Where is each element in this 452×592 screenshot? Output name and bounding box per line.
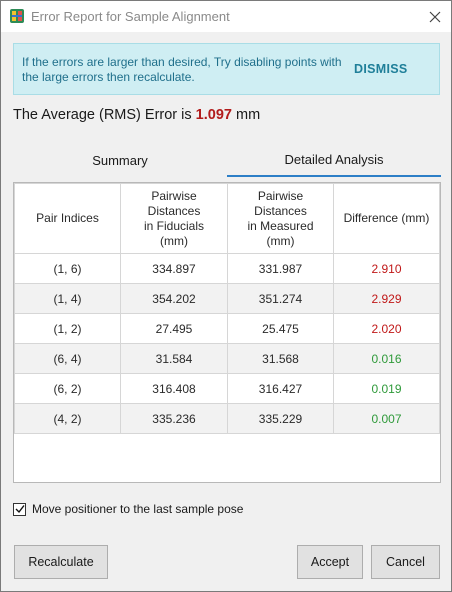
cell-difference: 2.020 (333, 313, 440, 344)
header-line: in Fiducials (143, 218, 205, 233)
info-banner: If the errors are larger than desired, T… (13, 43, 440, 95)
cell-measured-distance: 351.274 (227, 283, 334, 314)
header-fiducial-distances: Pairwise Distances in Fiducials (mm) (120, 183, 228, 254)
cell-difference: 2.929 (333, 283, 440, 314)
table-row[interactable]: (1, 2) 27.495 25.475 2.020 (14, 313, 440, 344)
recalculate-button[interactable]: Recalculate (14, 545, 108, 579)
cell-difference: 0.019 (333, 373, 440, 404)
tab-detailed-analysis[interactable]: Detailed Analysis (227, 143, 441, 177)
window-title: Error Report for Sample Alignment (31, 9, 230, 24)
table-body: (1, 6) 334.897 331.987 2.910 (1, 4) 354.202 35… (14, 253, 440, 434)
rms-unit: mm (235, 107, 261, 123)
header-pair-indices: Pair Indices (14, 183, 121, 254)
table-row[interactable]: (1, 6) 334.897 331.987 2.910 (14, 253, 440, 284)
cell-pair-indices: (1, 4) (14, 283, 121, 314)
cell-measured-distance: 335.229 (227, 403, 334, 434)
move-positioner-checkbox[interactable] (13, 502, 26, 516)
header-line: Distances (254, 203, 307, 218)
cell-difference: 0.007 (333, 403, 440, 434)
cell-measured-distance: 331.987 (227, 253, 334, 284)
cell-fiducial-distance: 335.236 (120, 403, 228, 434)
cell-difference: 0.016 (333, 343, 440, 374)
header-measured-distances: Pairwise Distances in Measured (mm) (227, 183, 334, 254)
cell-pair-indices: (1, 2) (14, 313, 121, 344)
rms-value: 1.097 (195, 107, 232, 123)
header-line: in Measured (247, 218, 314, 233)
cell-pair-indices: (6, 4) (14, 343, 121, 374)
header-line: (mm) (160, 233, 188, 248)
title-bar: Error Report for Sample Alignment (1, 1, 451, 32)
table-header-row: Pair Indices Pairwise Distances in Fiducia… (14, 183, 440, 254)
cell-fiducial-distance: 316.408 (120, 373, 228, 404)
cell-fiducial-distance: 354.202 (120, 283, 228, 314)
header-line: Distances (147, 203, 201, 218)
table-row[interactable]: (4, 2) 335.236 335.229 0.007 (14, 403, 440, 434)
cell-pair-indices: (6, 2) (14, 373, 121, 404)
rms-error-line: The Average (RMS) Error is 1.097 mm (13, 107, 260, 123)
app-icon (10, 9, 24, 23)
header-line: Pairwise (257, 188, 304, 203)
cell-measured-distance: 316.427 (227, 373, 334, 404)
close-icon (429, 11, 441, 23)
cell-measured-distance: 25.475 (227, 313, 334, 344)
dialog-window: Error Report for Sample Alignment If the… (0, 0, 452, 592)
cell-pair-indices: (4, 2) (14, 403, 121, 434)
move-positioner-option[interactable]: Move positioner to the last sample pose (13, 501, 243, 517)
cancel-button[interactable]: Cancel (371, 545, 440, 579)
header-line: Difference (mm) (343, 211, 430, 225)
rms-prefix: The Average (RMS) Error is (13, 107, 192, 123)
header-difference: Difference (mm) (333, 183, 440, 254)
header-line: Pairwise (151, 188, 197, 203)
move-positioner-label: Move positioner to the last sample pose (32, 502, 244, 516)
accept-button[interactable]: Accept (297, 545, 363, 579)
cell-fiducial-distance: 334.897 (120, 253, 228, 284)
table-row[interactable]: (6, 4) 31.584 31.568 0.016 (14, 343, 440, 374)
tab-summary[interactable]: Summary (13, 143, 227, 177)
close-button[interactable] (421, 5, 449, 29)
header-line: (mm) (266, 233, 295, 248)
analysis-table-container: Pair Indices Pairwise Distances in Fiducia… (13, 182, 441, 483)
cell-difference: 2.910 (333, 253, 440, 284)
table-row[interactable]: (1, 4) 354.202 351.274 2.929 (14, 283, 440, 314)
cell-measured-distance: 31.568 (227, 343, 334, 374)
cell-fiducial-distance: 31.584 (120, 343, 228, 374)
table-row[interactable]: (6, 2) 316.408 316.427 0.019 (14, 373, 440, 404)
banner-message: If the errors are larger than desired, T… (22, 55, 342, 84)
tab-bar: Summary Detailed Analysis (13, 143, 441, 177)
header-line: Pair Indices (36, 211, 99, 225)
dismiss-button[interactable]: DISMISS (354, 62, 408, 76)
analysis-table: Pair Indices Pairwise Distances in Fiducia… (14, 183, 440, 434)
cell-fiducial-distance: 27.495 (120, 313, 228, 344)
checkmark-icon (15, 505, 25, 514)
cell-pair-indices: (1, 6) (14, 253, 121, 284)
